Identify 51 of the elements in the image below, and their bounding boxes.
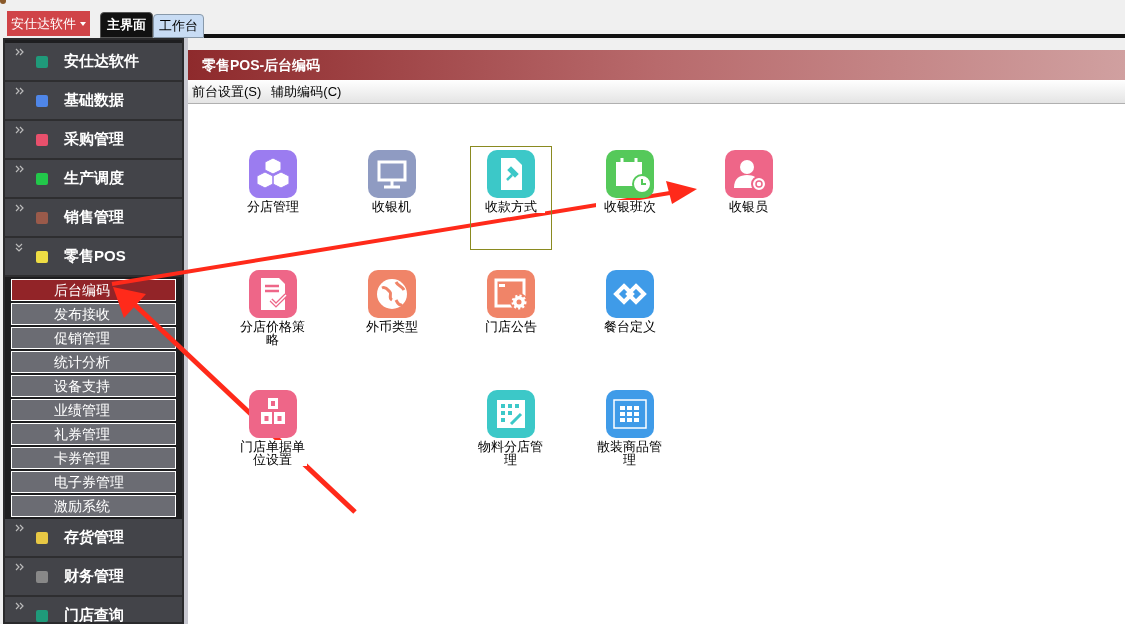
sidebar-item[interactable]: 设备支持 [11,375,176,397]
module-tile[interactable]: 分店价格策略 [231,266,314,370]
sidebar-group[interactable]: 存货管理 [5,519,182,558]
caret-icon [80,21,86,26]
sidebar-group-label: 安仕达软件 [64,51,139,72]
sidebar-item[interactable]: 激励系统 [11,495,176,517]
module-tile[interactable]: 门店单据单位设置 [231,386,314,490]
panel-title: 零售POS-后台编码 [188,50,1125,80]
sidebar-group-label: 采购管理 [64,129,124,150]
tab[interactable]: 主界面 [100,12,153,38]
module-tile[interactable]: 散装商品管理 [588,386,671,490]
sidebar-group-label: 零售POS [64,246,126,267]
module-tile[interactable]: 收款方式 [469,146,552,250]
sidebar-group-label: 生产调度 [64,168,124,189]
sidebar-group-label: 存货管理 [64,527,124,548]
menu-item[interactable]: 辅助编码(C) [271,81,342,102]
sidebar-group-label: 财务管理 [64,566,124,587]
module-tile[interactable]: 餐台定义 [588,266,671,370]
module-tile[interactable]: 收银机 [350,146,433,250]
tab[interactable]: 工作台 [153,14,204,38]
app-logo-icon [0,0,6,4]
sidebar-item[interactable]: 礼券管理 [11,423,176,445]
module-tile[interactable]: 门店公告 [469,266,552,370]
sidebar-group[interactable]: 采购管理 [5,121,182,160]
sidebar-item[interactable]: 卡券管理 [11,447,176,469]
sidebar-item[interactable]: 统计分析 [11,351,176,373]
menu-item[interactable]: 前台设置(S) [192,81,262,102]
tile-label: 物料分店管理 [476,440,545,466]
sidebar-item[interactable]: 发布接收 [11,303,176,325]
sidebar-group-label: 基础数据 [64,90,124,111]
sidebar-item[interactable]: 业绩管理 [11,399,176,421]
sidebar-group[interactable]: 门店查询 [5,597,182,622]
module-tile[interactable]: 外币类型 [350,266,433,370]
sidebar-group-label: 销售管理 [64,207,124,228]
sidebar-item[interactable]: 促销管理 [11,327,176,349]
sidebar-item[interactable]: 电子券管理 [11,471,176,493]
tile-label: 散装商品管理 [595,440,664,466]
module-tile[interactable]: 收银班次 [588,146,671,250]
app-menu-button[interactable]: 安仕达软件 [7,11,90,36]
tile-label: 分店价格策略 [238,320,307,346]
module-tile[interactable]: 收银员 [707,146,790,250]
sidebar-group[interactable]: 零售POS [5,238,182,277]
sidebar-group[interactable]: 财务管理 [5,558,182,597]
sidebar-group-label: 门店查询 [64,605,124,622]
sidebar-group[interactable]: 安仕达软件 [5,43,182,82]
sidebar-group[interactable]: 生产调度 [5,160,182,199]
tile-label: 门店单据单位设置 [238,440,307,466]
sidebar-group[interactable]: 销售管理 [5,199,182,238]
module-tile[interactable]: 物料分店管理 [469,386,552,490]
sidebar-group[interactable]: 基础数据 [5,82,182,121]
module-tile[interactable]: 分店管理 [231,146,314,250]
